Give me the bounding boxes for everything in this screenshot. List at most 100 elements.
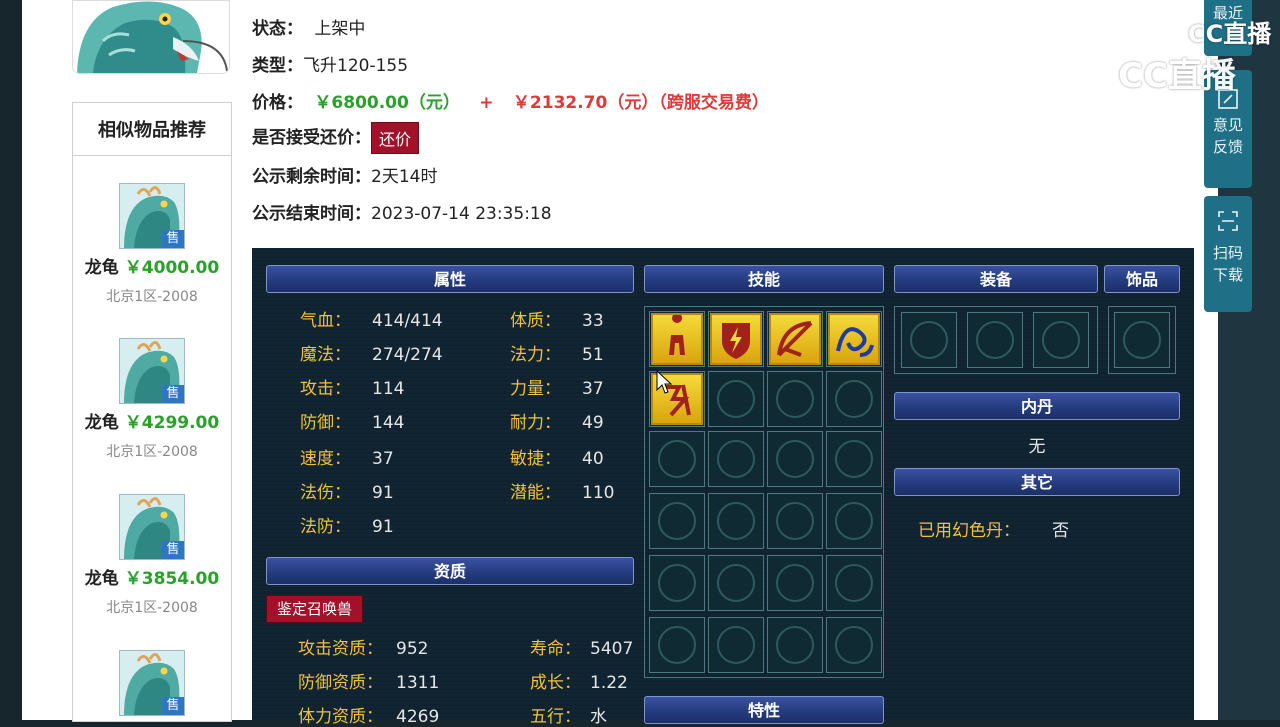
remaining-value: 2天14时	[371, 167, 438, 187]
status-value: 上架中	[314, 19, 366, 39]
item-name[interactable]: 龙龟	[85, 258, 119, 278]
skill-grid	[644, 306, 884, 678]
empty-skill-slot[interactable]	[708, 617, 764, 673]
empty-skill-slot[interactable]	[767, 493, 823, 549]
accessory-slot[interactable]	[1114, 312, 1170, 368]
item-thumbnail[interactable]: 售	[119, 650, 185, 716]
item-thumbnail[interactable]: 售	[119, 183, 185, 249]
attr-magic-power: 法力： 51	[510, 345, 604, 365]
item-thumbnail[interactable]: 售	[119, 338, 185, 404]
cc-live-watermark-top: CC直播	[1154, 14, 1271, 49]
color-pill-used: 已用幻色丹：否	[918, 521, 1069, 541]
end-time-label: 公示结束时间：	[252, 204, 371, 224]
attr-endurance: 耐力： 49	[510, 413, 604, 433]
item-server: 北京1区-2008	[106, 289, 198, 305]
equipment-header: 装备	[894, 265, 1098, 293]
empty-skill-slot[interactable]	[826, 617, 882, 673]
empty-skill-slot[interactable]	[708, 431, 764, 487]
appraise-pet-button[interactable]: 鉴定召唤兽	[266, 595, 364, 623]
empty-skill-slot[interactable]	[826, 371, 882, 427]
scan-label-1: 扫码	[1212, 244, 1243, 262]
equipment-slot[interactable]	[1033, 312, 1089, 368]
empty-skill-slot[interactable]	[826, 431, 882, 487]
status-label: 状态：	[252, 19, 303, 39]
mouse-cursor-icon	[656, 370, 672, 394]
attributes-header: 属性	[266, 265, 634, 293]
attr-hp: 气血： 414/414	[300, 311, 443, 331]
recommend-item[interactable]: 售 龙龟 ￥4299.00 北京1区-2008	[73, 338, 231, 461]
type-value: 飞升120-155	[303, 56, 409, 76]
recommend-item[interactable]: 售 龙龟 ￥4000.00 北京1区-2008	[73, 183, 231, 306]
counter-offer-label: 是否接受还价：	[252, 128, 371, 148]
item-price: ￥4000.00	[124, 258, 220, 278]
attr-strength: 力量： 37	[510, 379, 604, 399]
empty-skill-slot[interactable]	[649, 617, 705, 673]
neidan-header: 内丹	[894, 392, 1180, 420]
empty-skill-slot[interactable]	[649, 431, 705, 487]
skill-slot[interactable]	[767, 311, 823, 367]
empty-skill-slot[interactable]	[826, 555, 882, 611]
sale-tag: 售	[162, 230, 184, 248]
cc-live-watermark-main: CC直播	[1070, 48, 1236, 97]
empty-skill-slot[interactable]	[826, 493, 882, 549]
attr-attack: 攻击： 114	[300, 379, 405, 399]
aptitude-stamina: 体力资质： 4269	[298, 707, 440, 727]
equipment-slots	[894, 306, 1098, 374]
other-header: 其它	[894, 468, 1180, 496]
item-thumbnail[interactable]: 售	[119, 494, 185, 560]
recommendation-title: 相似物品推荐	[73, 103, 231, 156]
skill-slot[interactable]	[708, 311, 764, 367]
item-server: 北京1区-2008	[106, 600, 198, 616]
empty-skill-slot[interactable]	[649, 555, 705, 611]
empty-skill-slot[interactable]	[708, 555, 764, 611]
price-row: 价格： ￥6800.00（元） + ￥2132.70（元）（跨服交易费）	[252, 88, 769, 113]
pet-detail-panel: 属性 技能 装备 饰品 气血： 414/414 魔法： 274/274 攻击： 114…	[252, 248, 1194, 727]
aptitude-element: 五行：水	[530, 707, 607, 727]
empty-skill-slot[interactable]	[708, 493, 764, 549]
aptitude-growth: 成长： 1.22	[530, 673, 628, 693]
scan-icon	[1218, 211, 1238, 231]
empty-skill-slot[interactable]	[767, 371, 823, 427]
counter-offer-row: 是否接受还价： 还价	[252, 122, 420, 154]
skill-slot[interactable]	[826, 311, 882, 367]
sale-tag: 售	[162, 385, 184, 403]
sale-tag: 售	[162, 541, 184, 559]
item-name[interactable]: 龙龟	[85, 413, 119, 433]
recommend-item[interactable]: 售	[73, 650, 231, 716]
empty-skill-slot[interactable]	[767, 617, 823, 673]
neidan-value: 无	[1028, 437, 1046, 457]
attr-mp: 魔法： 274/274	[300, 345, 443, 365]
price-main: ￥6800.00（元）	[314, 93, 460, 113]
price-fee: ￥2132.70（元）（跨服交易费）	[512, 93, 769, 113]
item-price: ￥3854.00	[124, 569, 220, 589]
skills-header: 技能	[644, 265, 884, 293]
dragon-turtle-portrait	[73, 1, 229, 73]
attr-magic-defense: 法防： 91	[300, 517, 394, 537]
scan-download-button[interactable]: 扫码 下载	[1204, 196, 1252, 312]
empty-skill-slot[interactable]	[767, 555, 823, 611]
item-price: ￥4299.00	[124, 413, 220, 433]
recommend-item[interactable]: 售 龙龟 ￥3854.00 北京1区-2008	[73, 494, 231, 617]
equipment-slot[interactable]	[901, 312, 957, 368]
empty-skill-slot[interactable]	[649, 493, 705, 549]
item-name[interactable]: 龙龟	[85, 569, 119, 589]
counter-offer-button[interactable]: 还价	[371, 122, 420, 154]
attr-potential: 潜能： 110	[510, 483, 615, 503]
end-time-row: 公示结束时间：2023-07-14 23:35:18	[252, 199, 552, 224]
scan-label-2: 下载	[1212, 266, 1243, 284]
feedback-label-1: 意见	[1212, 116, 1243, 134]
aptitude-lifespan: 寿命： 5407	[530, 639, 634, 659]
empty-skill-slot[interactable]	[708, 371, 764, 427]
skill-slot[interactable]	[649, 311, 705, 367]
attr-magic-damage: 法伤： 91	[300, 483, 394, 503]
type-row: 类型：飞升120-155	[252, 51, 408, 76]
accessory-slot-frame	[1108, 306, 1176, 374]
shield-skill-icon	[710, 313, 762, 365]
cc-logo-icon	[1075, 60, 1114, 95]
empty-skill-slot[interactable]	[767, 431, 823, 487]
sale-tag: 售	[162, 697, 184, 715]
aptitude-attack: 攻击资质： 952	[298, 639, 429, 659]
equipment-slot[interactable]	[967, 312, 1023, 368]
bow-skill-icon	[769, 313, 821, 365]
aptitude-defense: 防御资质： 1311	[298, 673, 440, 693]
